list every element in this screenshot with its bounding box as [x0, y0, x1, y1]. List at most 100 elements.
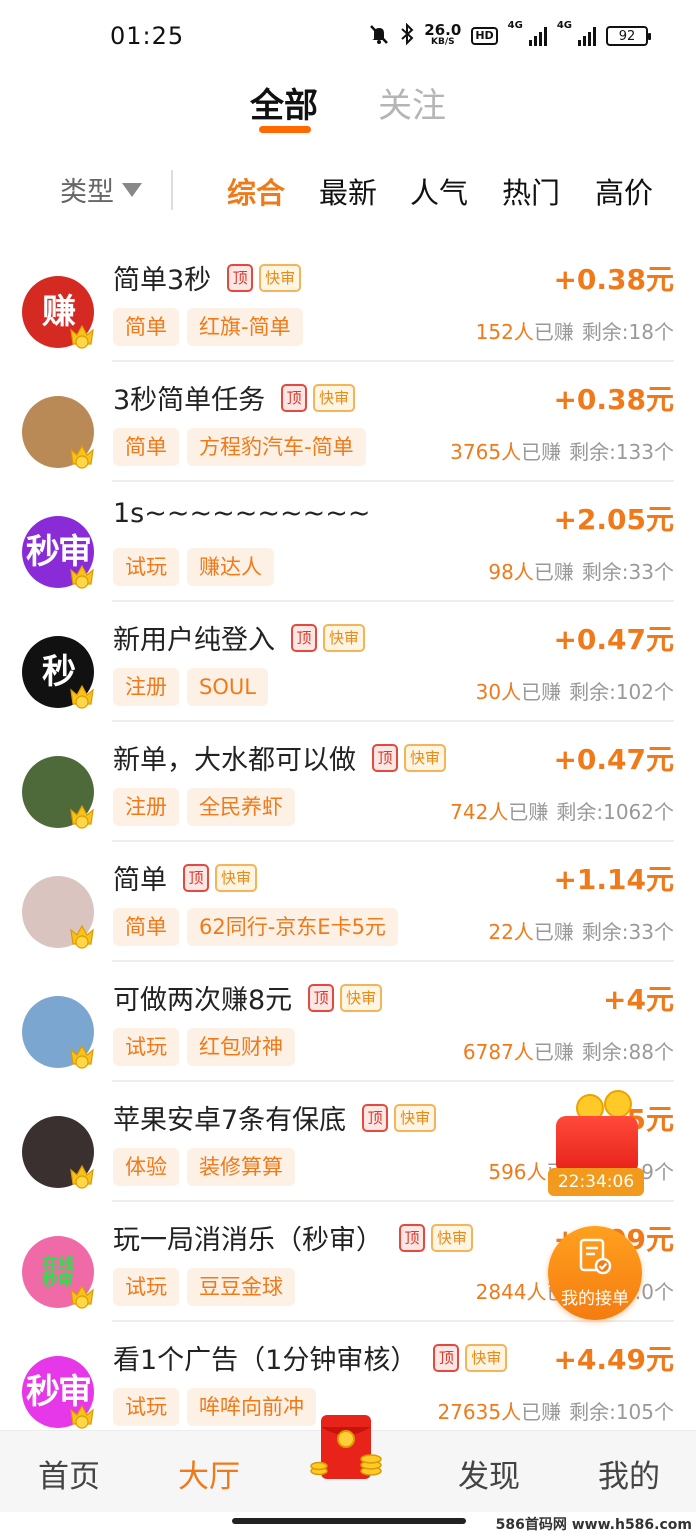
task-tag: 注册 [113, 668, 179, 706]
red-envelope-float[interactable]: 22:34:06 [546, 1088, 646, 1198]
task-row[interactable]: 可做两次赚8元顶快审 试玩 红包财神 +4元 6787人已赚 剩余:88个 [0, 962, 696, 1082]
top-tabs: 全部 关注 [0, 78, 696, 138]
earned-label: 已赚 [508, 800, 549, 824]
vip-crown-icon [70, 924, 94, 949]
task-row[interactable]: 秒新用户纯登入顶快审 注册 SOUL +0.47元 30人已赚 剩余:102个 [0, 602, 696, 722]
fast-review-badge: 快审 [465, 1343, 508, 1372]
task-tag: 注册 [113, 788, 179, 826]
triangle-down-icon [122, 182, 142, 197]
nav-hall[interactable]: 大厅 [178, 1451, 240, 1496]
earned-count: 27635人 [437, 1400, 522, 1424]
sort-high-price[interactable]: 高价 [595, 170, 653, 212]
task-tags: 试玩 豆豆金球 [113, 1268, 295, 1306]
task-tag: SOUL [187, 668, 268, 706]
top-badge: 顶 [281, 383, 308, 412]
task-title: 简单3秒 [113, 265, 212, 296]
fast-review-badge: 快审 [323, 623, 365, 652]
active-tab-indicator [259, 126, 311, 133]
home-indicator[interactable] [232, 1518, 466, 1524]
task-title: 新用户纯登入 [113, 625, 275, 656]
earned-count: 3765人 [450, 440, 522, 464]
filter-divider [171, 170, 173, 210]
vip-crown-icon [70, 444, 94, 469]
task-tag: 体验 [113, 1148, 179, 1186]
task-avatar: 秒 [22, 636, 94, 709]
mute-bell-icon [368, 23, 390, 49]
task-avatar: 赚 [22, 276, 94, 349]
bluetooth-icon [400, 22, 414, 49]
task-row[interactable]: 简单顶快审 简单 62同行-京东E卡5元 +1.14元 22人已赚 剩余:33个 [0, 842, 696, 962]
sort-popularity[interactable]: 人气 [410, 170, 468, 212]
task-title-row: 可做两次赚8元顶快审 [113, 978, 383, 1017]
sort-hot[interactable]: 热门 [502, 170, 560, 212]
type-filter-dropdown[interactable]: 类型 [60, 170, 142, 209]
task-stats: 27635人已赚 剩余:105个 [437, 1396, 674, 1425]
task-row[interactable]: 新单，大水都可以做顶快审 注册 全民养虾 +0.47元 742人已赚 剩余:1062个 [0, 722, 696, 842]
remaining-count: 剩余:105个 [569, 1400, 674, 1424]
task-row[interactable]: 秒审 1s~~~~~~~~~~ 试玩 赚达人 +2.05元 98人已赚 剩余:33个 [0, 482, 696, 602]
task-title: 新单，大水都可以做 [113, 745, 356, 776]
task-stats: 742人已赚 剩余:1062个 [450, 796, 674, 825]
task-title-row: 1s~~~~~~~~~~ [113, 498, 370, 529]
fast-review-badge: 快审 [313, 383, 356, 412]
task-title-row: 简单3秒顶快审 [113, 258, 302, 297]
task-reward: +2.05元 [553, 503, 674, 536]
tab-follow[interactable]: 关注 [378, 78, 446, 127]
red-packet-nav-icon[interactable] [305, 1409, 397, 1489]
earned-label: 已赚 [521, 440, 562, 464]
earned-count: 22人 [488, 920, 534, 944]
earned-count: 30人 [475, 680, 522, 704]
status-icons: 26.0 KB/S HD 4G 4G 92 [368, 20, 651, 52]
task-tag: 哞哞向前冲 [187, 1388, 316, 1426]
earned-label: 已赚 [521, 680, 562, 704]
top-badge: 顶 [433, 1343, 460, 1372]
status-bar: 01:25 26.0 KB/S HD 4G 4G 92 [0, 0, 696, 72]
task-avatar: 在线秒审 [22, 1236, 94, 1309]
task-title-row: 苹果安卓7条有保底顶快审 [113, 1098, 437, 1137]
fast-review-badge: 快审 [404, 743, 446, 772]
my-orders-button[interactable]: 我的接单 [548, 1226, 642, 1320]
task-stats: 3765人已赚 剩余:133个 [450, 436, 674, 465]
task-stats: 6787人已赚 剩余:88个 [463, 1036, 674, 1065]
task-row[interactable]: 赚简单3秒顶快审 简单 红旗-简单 +0.38元 152人已赚 剩余:18个 [0, 242, 696, 362]
task-stats: 98人已赚 剩余:33个 [488, 556, 674, 585]
task-title: 简单 [113, 865, 167, 896]
earned-count: 742人 [450, 800, 509, 824]
signal-icon-2 [578, 26, 596, 46]
remaining-count: 剩余:88个 [581, 1040, 674, 1064]
task-tag: 方程豹汽车-简单 [187, 428, 366, 466]
earned-count: 596人 [488, 1160, 547, 1184]
task-tags: 简单 62同行-京东E卡5元 [113, 908, 398, 946]
task-reward: +0.47元 [553, 743, 674, 776]
task-avatar: 秒审 [22, 1356, 94, 1429]
task-tags: 简单 红旗-简单 [113, 308, 303, 346]
network-type-2: 4G [556, 20, 572, 31]
sort-comprehensive[interactable]: 综合 [227, 170, 285, 212]
top-badge: 顶 [399, 1223, 425, 1252]
task-reward: +1.14元 [553, 863, 674, 896]
fast-review-badge: 快审 [431, 1223, 473, 1252]
sort-newest[interactable]: 最新 [319, 170, 377, 212]
task-title-row: 玩一局消消乐（秒审） 顶快审 [113, 1218, 473, 1257]
nav-mine[interactable]: 我的 [598, 1451, 660, 1496]
task-tag: 红包财神 [187, 1028, 295, 1066]
task-tag: 豆豆金球 [187, 1268, 295, 1306]
task-tag: 试玩 [113, 1268, 179, 1306]
nav-home[interactable]: 首页 [38, 1451, 100, 1496]
task-reward: +0.47元 [553, 623, 674, 656]
red-envelope-icon [556, 1116, 638, 1174]
task-row[interactable]: 3秒简单任务顶快审 简单 方程豹汽车-简单 +0.38元 3765人已赚 剩余:133个 [0, 362, 696, 482]
envelope-timer: 22:34:06 [548, 1168, 644, 1196]
type-filter-label: 类型 [60, 177, 114, 208]
fast-review-badge: 快审 [259, 263, 302, 292]
task-tags: 试玩 赚达人 [113, 548, 274, 586]
task-tag: 简单 [113, 428, 179, 466]
nav-discover[interactable]: 发现 [458, 1451, 520, 1496]
task-tag: 装修算算 [187, 1148, 295, 1186]
tab-all[interactable]: 全部 [250, 78, 318, 127]
status-time: 01:25 [110, 22, 185, 50]
top-badge: 顶 [362, 1103, 389, 1132]
remaining-count: 剩余:102个 [569, 680, 674, 704]
remaining-count: 剩余:33个 [581, 560, 674, 584]
task-avatar: 秒审 [22, 516, 94, 589]
